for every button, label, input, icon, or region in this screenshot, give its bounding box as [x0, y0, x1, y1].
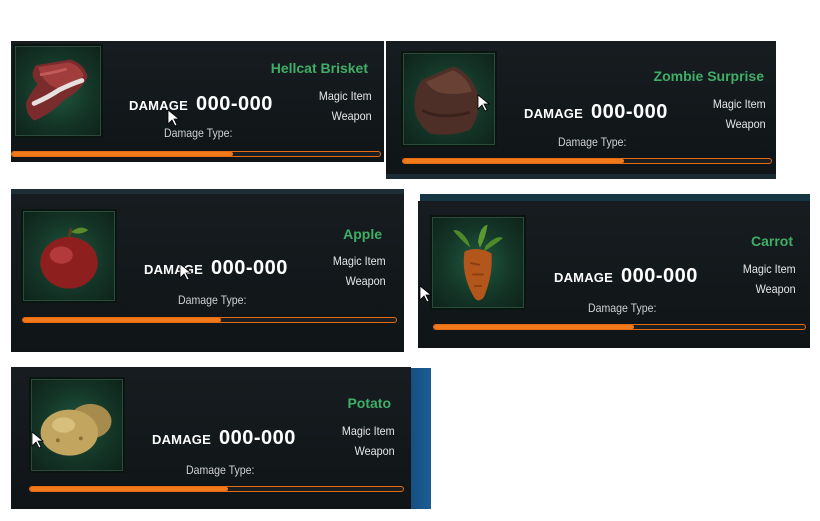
item-name: Apple	[343, 226, 382, 242]
tag-magic-item: Magic Item	[333, 254, 386, 268]
item-thumbnail	[430, 215, 526, 310]
damage-label: DAMAGE	[144, 262, 203, 277]
tag-magic-item: Magic Item	[743, 262, 796, 276]
item-card-zombie-surprise[interactable]: Zombie Surprise DAMAGE 000-000 Magic Item…	[386, 41, 776, 174]
item-card-hellcat-brisket[interactable]: Hellcat Brisket DAMAGE 000-000 Magic Item…	[11, 41, 384, 162]
item-thumbnail	[13, 44, 103, 138]
progress-bar	[433, 324, 806, 330]
potato-icon	[40, 403, 112, 456]
item-name: Hellcat Brisket	[270, 60, 368, 76]
damage-value: 000-000	[620, 265, 698, 287]
item-tags: Magic Item Weapon	[319, 86, 372, 126]
damage-value: 000-000	[590, 101, 668, 123]
tag-weapon: Weapon	[331, 109, 372, 123]
item-thumbnail	[29, 377, 125, 473]
damage-type-label: Damage Type:	[164, 126, 233, 140]
carrot-icon	[453, 224, 503, 301]
item-tags: Magic Item Weapon	[333, 251, 386, 291]
item-card-potato[interactable]: Potato DAMAGE 000-000 Magic Item Weapon D…	[11, 367, 411, 509]
mouse-cursor-icon	[477, 94, 491, 112]
tag-weapon: Weapon	[755, 282, 796, 296]
progress-bar-fill	[30, 487, 228, 491]
item-tags: Magic Item Weapon	[342, 421, 395, 461]
progress-bar-fill	[403, 159, 624, 163]
progress-bar-fill	[434, 325, 635, 329]
damage-label: DAMAGE	[152, 432, 211, 447]
item-card-carrot[interactable]: Carrot DAMAGE 000-000 Magic Item Weapon D…	[418, 201, 810, 348]
damage-row: DAMAGE 000-000	[524, 101, 668, 124]
tag-magic-item: Magic Item	[713, 97, 766, 111]
damage-row: DAMAGE 000-000	[144, 257, 288, 280]
tag-magic-item: Magic Item	[319, 89, 372, 103]
mouse-cursor-icon	[167, 109, 181, 127]
item-name: Zombie Surprise	[653, 68, 764, 84]
tag-weapon: Weapon	[354, 444, 395, 458]
damage-row: DAMAGE 000-000	[152, 427, 296, 450]
mouse-cursor-icon	[419, 285, 433, 303]
damage-label: DAMAGE	[524, 106, 583, 121]
background-strip	[386, 174, 776, 179]
mouse-cursor-icon	[179, 263, 193, 281]
damage-type-label: Damage Type:	[186, 463, 255, 477]
item-name: Carrot	[750, 233, 793, 249]
item-card-apple[interactable]: Apple DAMAGE 000-000 Magic Item Weapon Da…	[11, 189, 404, 352]
tag-weapon: Weapon	[725, 117, 766, 131]
progress-bar	[11, 151, 381, 157]
damage-label: DAMAGE	[554, 270, 613, 285]
progress-bar	[22, 317, 397, 323]
progress-bar	[29, 486, 404, 492]
damage-row: DAMAGE 000-000	[554, 265, 698, 288]
tag-magic-item: Magic Item	[342, 424, 395, 438]
damage-value: 000-000	[210, 257, 288, 279]
progress-bar-fill	[12, 152, 233, 156]
damage-value: 000-000	[218, 427, 296, 449]
damage-value: 000-000	[195, 93, 273, 115]
damage-type-label: Damage Type:	[558, 135, 627, 149]
card-header-strip	[11, 189, 404, 194]
item-name: Potato	[347, 395, 391, 411]
meat-brisket-icon	[26, 59, 88, 121]
apple-icon	[40, 227, 98, 289]
damage-row: DAMAGE 000-000	[129, 93, 273, 116]
mouse-cursor-icon	[31, 431, 45, 449]
item-thumbnail	[21, 209, 117, 303]
damage-type-label: Damage Type:	[588, 301, 657, 315]
tag-weapon: Weapon	[345, 274, 386, 288]
item-tags: Magic Item Weapon	[743, 259, 796, 299]
progress-bar	[402, 158, 772, 164]
item-tags: Magic Item Weapon	[713, 94, 766, 134]
progress-bar-fill	[23, 318, 221, 322]
damage-type-label: Damage Type:	[178, 293, 247, 307]
